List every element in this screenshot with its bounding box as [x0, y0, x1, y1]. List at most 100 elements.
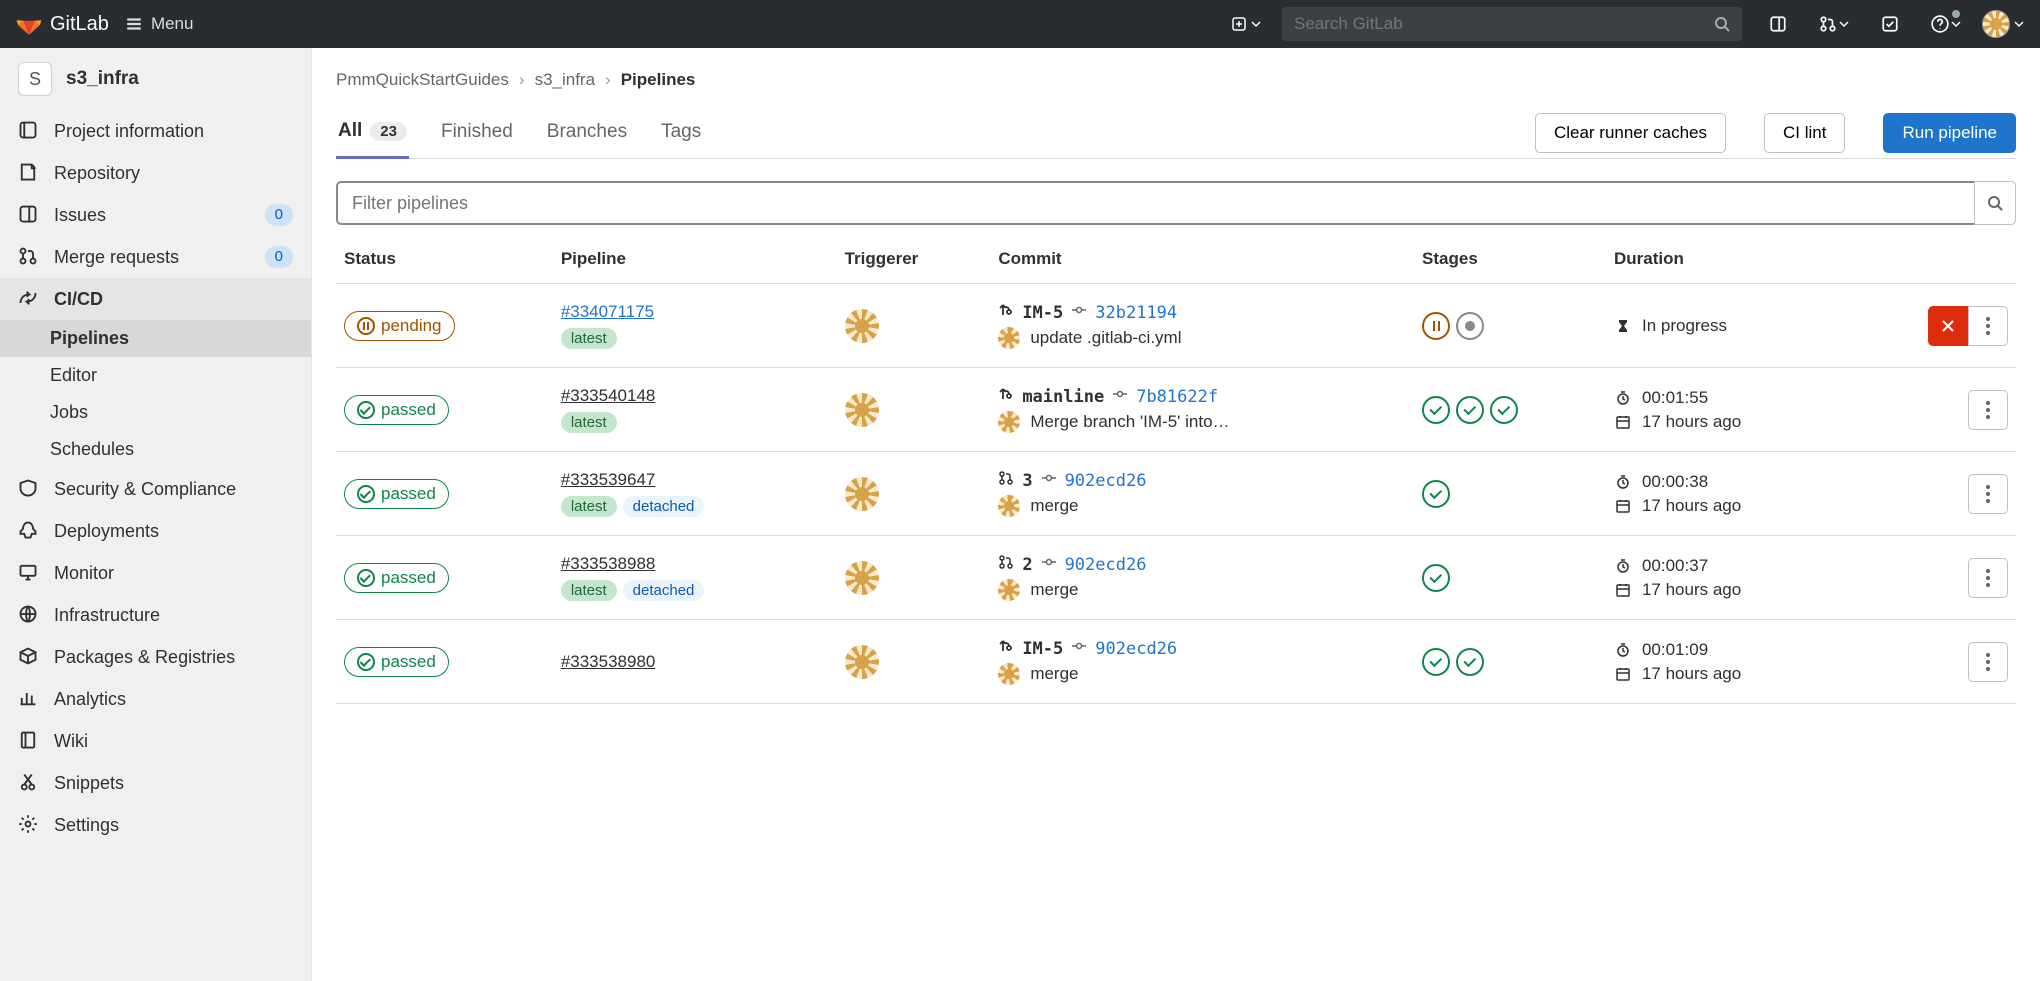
menu-toggle[interactable]: Menu — [125, 14, 194, 34]
brand[interactable]: GitLab — [16, 11, 109, 37]
triggerer-avatar[interactable] — [845, 645, 879, 679]
commit-sha-link[interactable]: 902ecd26 — [1065, 555, 1147, 575]
status-badge[interactable]: passed — [344, 647, 449, 677]
sidebar-subitem-pipelines[interactable]: Pipelines — [0, 320, 311, 357]
tab-tags[interactable]: Tags — [659, 109, 703, 157]
stage-passed[interactable] — [1456, 396, 1484, 424]
triggerer-avatar[interactable] — [845, 309, 879, 343]
row-menu-button[interactable] — [1968, 306, 2008, 346]
commit-message[interactable]: merge — [1030, 580, 1078, 600]
tab-all[interactable]: All23 — [336, 108, 409, 159]
commit-author-avatar[interactable] — [998, 663, 1020, 685]
sidebar-item-merge-requests[interactable]: Merge requests0 — [0, 236, 311, 278]
pipeline-id-link[interactable]: #333539647 — [561, 470, 829, 490]
commit-sha-link[interactable]: 902ecd26 — [1065, 471, 1147, 491]
commit-author-avatar[interactable] — [998, 411, 1020, 433]
todos-shortcut[interactable] — [1870, 0, 1910, 48]
pipeline-tag-latest: latest — [561, 580, 617, 601]
commit-sha-link[interactable]: 32b21194 — [1095, 303, 1177, 323]
tab-finished[interactable]: Finished — [439, 109, 515, 157]
cancel-pipeline-button[interactable] — [1928, 306, 1968, 346]
calendar-icon — [1614, 666, 1632, 682]
commit-message[interactable]: Merge branch 'IM-5' into… — [1030, 412, 1229, 432]
project-header[interactable]: S s3_infra — [0, 48, 311, 110]
sidebar-item-monitor[interactable]: Monitor — [0, 552, 311, 594]
search-icon[interactable] — [1702, 16, 1742, 32]
sidebar-item-issues[interactable]: Issues0 — [0, 194, 311, 236]
tab-branches[interactable]: Branches — [545, 109, 629, 157]
pipeline-id-link[interactable]: #333538980 — [561, 652, 829, 672]
global-search-input[interactable] — [1282, 14, 1702, 34]
ref-name[interactable]: 2 — [1022, 555, 1032, 575]
filter-pipelines-input[interactable] — [336, 181, 1974, 225]
breadcrumb-item[interactable]: s3_infra — [535, 70, 595, 90]
chevron-down-icon — [2014, 19, 2024, 29]
sidebar-item-settings[interactable]: Settings — [0, 804, 311, 846]
ref-name[interactable]: IM-5 — [1022, 303, 1063, 323]
status-badge[interactable]: passed — [344, 479, 449, 509]
status-text: passed — [381, 568, 436, 588]
sidebar-item-cicd[interactable]: CI/CD — [0, 278, 311, 320]
commit-author-avatar[interactable] — [998, 327, 1020, 349]
pipeline-id-link[interactable]: #333540148 — [561, 386, 829, 406]
user-menu[interactable] — [1982, 0, 2024, 48]
sidebar-item-project-information[interactable]: Project information — [0, 110, 311, 152]
status-badge[interactable]: pending — [344, 311, 455, 341]
sidebar-item-wiki[interactable]: Wiki — [0, 720, 311, 762]
breadcrumb-item[interactable]: PmmQuickStartGuides — [336, 70, 509, 90]
ref-name[interactable]: mainline — [1022, 387, 1104, 407]
sidebar-item-deployments[interactable]: Deployments — [0, 510, 311, 552]
ref-name[interactable]: IM-5 — [1022, 639, 1063, 659]
ci-lint-button[interactable]: CI lint — [1764, 113, 1845, 153]
commit-sha-link[interactable]: 902ecd26 — [1095, 639, 1177, 659]
stage-passed[interactable] — [1490, 396, 1518, 424]
commit-message[interactable]: merge — [1030, 496, 1078, 516]
triggerer-avatar[interactable] — [845, 477, 879, 511]
stage-passed[interactable] — [1422, 648, 1450, 676]
issues-icon — [1769, 15, 1787, 33]
row-menu-button[interactable] — [1968, 558, 2008, 598]
global-search[interactable] — [1282, 7, 1742, 41]
issues-shortcut[interactable] — [1758, 0, 1798, 48]
merge-requests-shortcut[interactable] — [1814, 0, 1854, 48]
sidebar-subitem-jobs[interactable]: Jobs — [0, 394, 311, 431]
sidebar-item-repository[interactable]: Repository — [0, 152, 311, 194]
commit-message[interactable]: merge — [1030, 664, 1078, 684]
filter-search-button[interactable] — [1974, 181, 2016, 225]
clear-runner-caches-button[interactable]: Clear runner caches — [1535, 113, 1726, 153]
sidebar-item-analytics[interactable]: Analytics — [0, 678, 311, 720]
stage-passed[interactable] — [1456, 648, 1484, 676]
col-pipeline: Pipeline — [553, 235, 837, 284]
table-row: passed#333538988latestdetached 2 902ecd2… — [336, 536, 2016, 620]
sidebar-item-security[interactable]: Security & Compliance — [0, 468, 311, 510]
row-menu-button[interactable] — [1968, 642, 2008, 682]
sidebar-subitem-schedules[interactable]: Schedules — [0, 431, 311, 468]
status-badge[interactable]: passed — [344, 563, 449, 593]
commit-author-avatar[interactable] — [998, 579, 1020, 601]
issues-icon — [18, 204, 40, 226]
stage-pending[interactable] — [1422, 312, 1450, 340]
triggerer-avatar[interactable] — [845, 561, 879, 595]
pipeline-id-link[interactable]: #334071175 — [561, 302, 829, 322]
triggerer-avatar[interactable] — [845, 393, 879, 427]
new-dropdown[interactable] — [1226, 0, 1266, 48]
ref-name[interactable]: 3 — [1022, 471, 1032, 491]
project-information-icon — [18, 120, 40, 142]
sidebar-subitem-editor[interactable]: Editor — [0, 357, 311, 394]
commit-author-avatar[interactable] — [998, 495, 1020, 517]
pipeline-id-link[interactable]: #333538988 — [561, 554, 829, 574]
stage-passed[interactable] — [1422, 396, 1450, 424]
help-dropdown[interactable] — [1926, 0, 1966, 48]
run-pipeline-button[interactable]: Run pipeline — [1883, 113, 2016, 153]
sidebar-item-infrastructure[interactable]: Infrastructure — [0, 594, 311, 636]
row-menu-button[interactable] — [1968, 390, 2008, 430]
commit-message[interactable]: update .gitlab-ci.yml — [1030, 328, 1181, 348]
commit-sha-link[interactable]: 7b81622f — [1136, 387, 1218, 407]
sidebar-item-snippets[interactable]: Snippets — [0, 762, 311, 804]
sidebar-item-packages[interactable]: Packages & Registries — [0, 636, 311, 678]
stage-passed[interactable] — [1422, 564, 1450, 592]
row-menu-button[interactable] — [1968, 474, 2008, 514]
stage-passed[interactable] — [1422, 480, 1450, 508]
status-badge[interactable]: passed — [344, 395, 449, 425]
stage-created[interactable] — [1456, 312, 1484, 340]
